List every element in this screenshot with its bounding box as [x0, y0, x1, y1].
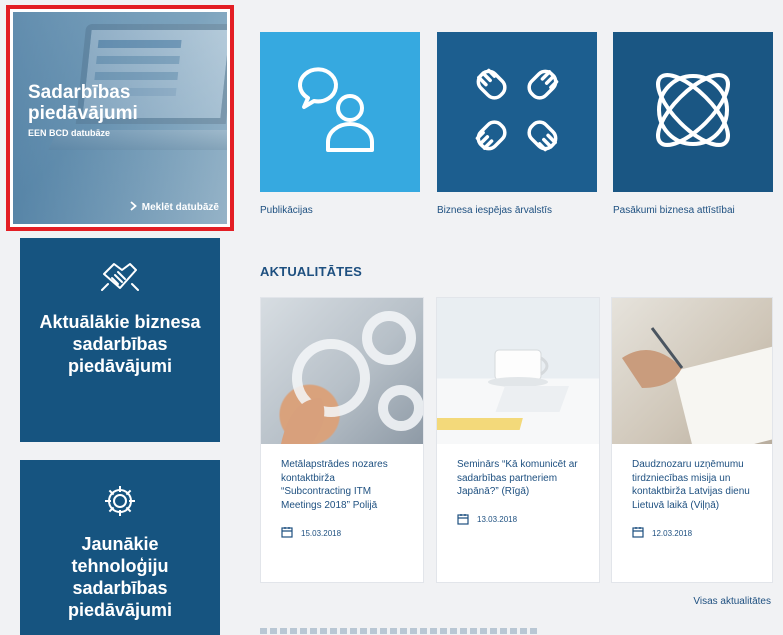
publications-tile — [260, 32, 420, 192]
database-promo-banner[interactable]: Sadarbības piedāvājumi EEN BCD datubāze … — [6, 5, 234, 231]
business-abroad-label: Biznesa iespējas ārvalstīs — [437, 205, 553, 216]
news-title[interactable]: Metālapstrādes nozares kontaktbirža “Sub… — [281, 458, 403, 512]
news-date-text: 13.03.2018 — [477, 515, 518, 524]
promo-subtitle: EEN BCD datubāze — [28, 128, 111, 138]
business-offers-label: Aktuālākie biznesa sadarbības piedāvājum… — [39, 312, 201, 376]
publications-link[interactable]: Publikācijas — [260, 32, 420, 216]
news-card[interactable]: Seminārs “Kā komunicēt ar sadarbības par… — [436, 297, 600, 583]
next-section-heading-cutoff — [260, 628, 540, 634]
news-section-title: AKTUALITĀTES — [260, 264, 363, 279]
handshake-icon — [100, 260, 140, 299]
four-hands-icon — [469, 62, 565, 163]
news-date: 12.03.2018 — [632, 526, 752, 540]
people-chat-icon — [292, 64, 388, 161]
news-date-text: 15.03.2018 — [301, 528, 342, 538]
gear-icon — [103, 484, 137, 523]
business-abroad-tile — [437, 32, 597, 192]
news-card[interactable]: Metālapstrādes nozares kontaktbirža “Sub… — [260, 297, 424, 583]
technology-offers-tile[interactable]: Jaunākie tehnoloģiju sadarbības piedāvāj… — [20, 460, 220, 635]
hand-writing-image — [612, 298, 772, 444]
business-events-tile — [613, 32, 773, 192]
calendar-icon — [457, 513, 469, 527]
news-title[interactable]: Daudznozaru uzņēmumu tirdzniecības misij… — [632, 458, 752, 512]
business-events-link[interactable]: Pasākumi biznesa attīstībai — [613, 32, 773, 216]
publications-label: Publikācijas — [260, 205, 313, 216]
chevron-right-icon — [130, 201, 137, 214]
orbit-icon — [645, 62, 741, 163]
news-date-text: 12.03.2018 — [652, 528, 693, 538]
news-title[interactable]: Seminārs “Kā komunicēt ar sadarbības par… — [457, 458, 579, 499]
news-date: 13.03.2018 — [457, 513, 579, 527]
technology-offers-label: Jaunākie tehnoloģiju sadarbības piedāvāj… — [67, 534, 173, 620]
news-date: 15.03.2018 — [281, 526, 403, 540]
calendar-icon — [632, 526, 644, 540]
all-news-link[interactable]: Visas aktualitātes — [693, 596, 771, 607]
gears-image — [261, 298, 423, 444]
search-database-link[interactable]: Meklēt datubāzē — [130, 201, 219, 214]
desk-image — [437, 298, 599, 444]
business-offers-tile[interactable]: Aktuālākie biznesa sadarbības piedāvājum… — [20, 238, 220, 442]
business-events-label: Pasākumi biznesa attīstībai — [613, 205, 735, 216]
promo-background-image: Sadarbības piedāvājumi EEN BCD datubāze … — [13, 12, 227, 224]
promo-title: Sadarbības piedāvājumi — [28, 82, 138, 124]
calendar-icon — [281, 526, 293, 540]
news-card[interactable]: Daudznozaru uzņēmumu tirdzniecības misij… — [611, 297, 773, 583]
search-database-label: Meklēt datubāzē — [141, 202, 219, 213]
business-abroad-link[interactable]: Biznesa iespējas ārvalstīs — [437, 32, 597, 216]
